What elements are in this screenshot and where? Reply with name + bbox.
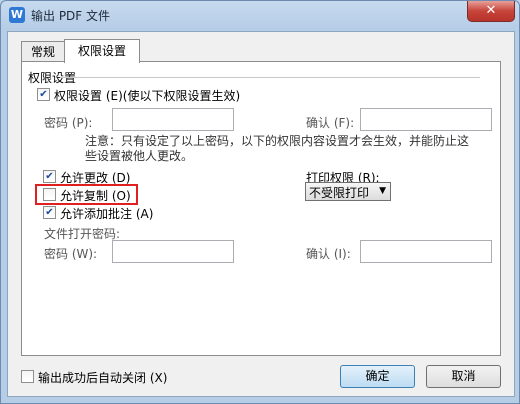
ok-button[interactable]: 确定 [340, 365, 415, 388]
password-label: 密码 (P): [44, 116, 93, 130]
password-field[interactable] [112, 108, 234, 131]
allow-annotate-checkbox[interactable]: ✔ [43, 206, 56, 219]
checkmark-icon: ✔ [39, 89, 48, 100]
confirm-field[interactable] [360, 108, 492, 131]
enable-permissions-checkbox[interactable]: ✔ [37, 88, 50, 101]
title-bar: W 输出 PDF 文件 ✕ [1, 1, 519, 29]
triangle-down-icon: ▼ [379, 186, 386, 196]
window-title: 输出 PDF 文件 [31, 9, 111, 23]
tab-permissions[interactable]: 权限设置 [64, 39, 140, 63]
confirm-label: 确认 (F): [306, 116, 355, 130]
open-confirm-label: 确认 (I): [306, 247, 351, 261]
print-permission-value: 不受限打印 [309, 186, 370, 200]
open-password-field[interactable] [112, 240, 234, 263]
tab-general[interactable]: 常规 [21, 41, 65, 62]
allow-annotate-label: 允许添加批注 (A) [60, 207, 154, 221]
close-button[interactable]: ✕ [467, 1, 515, 22]
permissions-note: 注意：只有设定了以上密码，以下的权限内容设置才会生效，并能防止这些设置被他人更改… [85, 134, 470, 163]
auto-close-checkbox[interactable] [21, 370, 34, 383]
allow-edit-checkbox[interactable]: ✔ [43, 170, 56, 183]
checkmark-icon: ✔ [45, 207, 54, 218]
checkmark-icon: ✔ [45, 171, 54, 182]
allow-copy-checkbox[interactable] [43, 188, 56, 201]
export-pdf-dialog: W 输出 PDF 文件 ✕ 常规 权限设置 权限设置 ✔ 权限设置 (E)(使以… [0, 0, 520, 404]
dialog-body: 常规 权限设置 权限设置 ✔ 权限设置 (E)(使以下权限设置生效) 密码 (P… [7, 31, 515, 397]
enable-permissions-label: 权限设置 (E)(使以下权限设置生效) [54, 89, 241, 103]
open-password-label: 密码 (W): [44, 247, 98, 261]
print-permission-select[interactable]: 不受限打印 ▼ [305, 182, 391, 201]
allow-copy-label: 允许复制 (O) [60, 189, 131, 203]
auto-close-label: 输出成功后自动关闭 (X) [38, 371, 168, 385]
cancel-button[interactable]: 取消 [426, 365, 501, 388]
wps-app-icon: W [9, 7, 25, 23]
open-confirm-field[interactable] [360, 240, 492, 263]
open-password-title: 文件打开密码: [44, 227, 121, 241]
group-divider [60, 77, 480, 78]
